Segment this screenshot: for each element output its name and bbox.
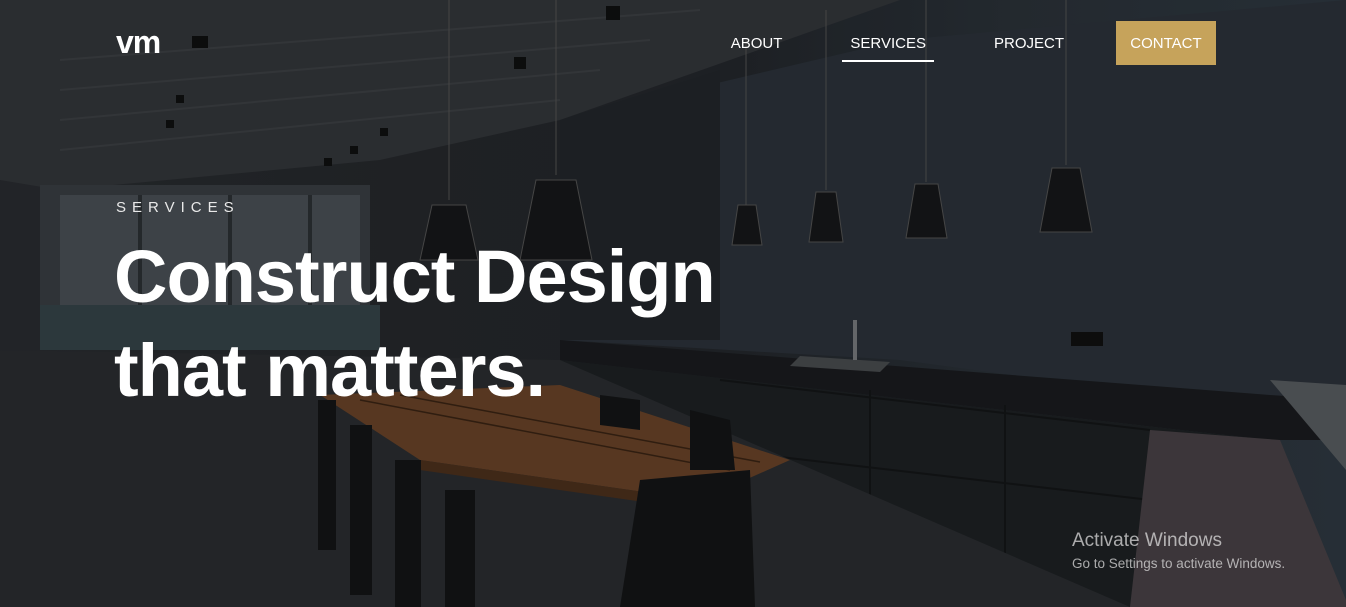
brand-logo[interactable]: vm <box>116 26 161 58</box>
headline-line-1: Construct Design <box>114 235 716 318</box>
headline-line-2: that matters. <box>114 329 546 412</box>
nav-link-services[interactable]: SERVICES <box>842 23 934 64</box>
activate-windows-watermark: Activate Windows Go to Settings to activ… <box>1072 530 1285 574</box>
main-navigation: ABOUT SERVICES PROJECT CONTACT <box>697 21 1216 65</box>
watermark-subtitle: Go to Settings to activate Windows. <box>1072 556 1286 571</box>
watermark-title: Activate Windows <box>1072 530 1222 551</box>
hero-headline: Construct Design that matters. <box>114 230 716 418</box>
contact-button[interactable]: CONTACT <box>1116 21 1216 65</box>
nav-link-about[interactable]: ABOUT <box>723 23 791 64</box>
section-eyebrow: SERVICES <box>116 199 240 216</box>
nav-link-project[interactable]: PROJECT <box>986 23 1072 64</box>
